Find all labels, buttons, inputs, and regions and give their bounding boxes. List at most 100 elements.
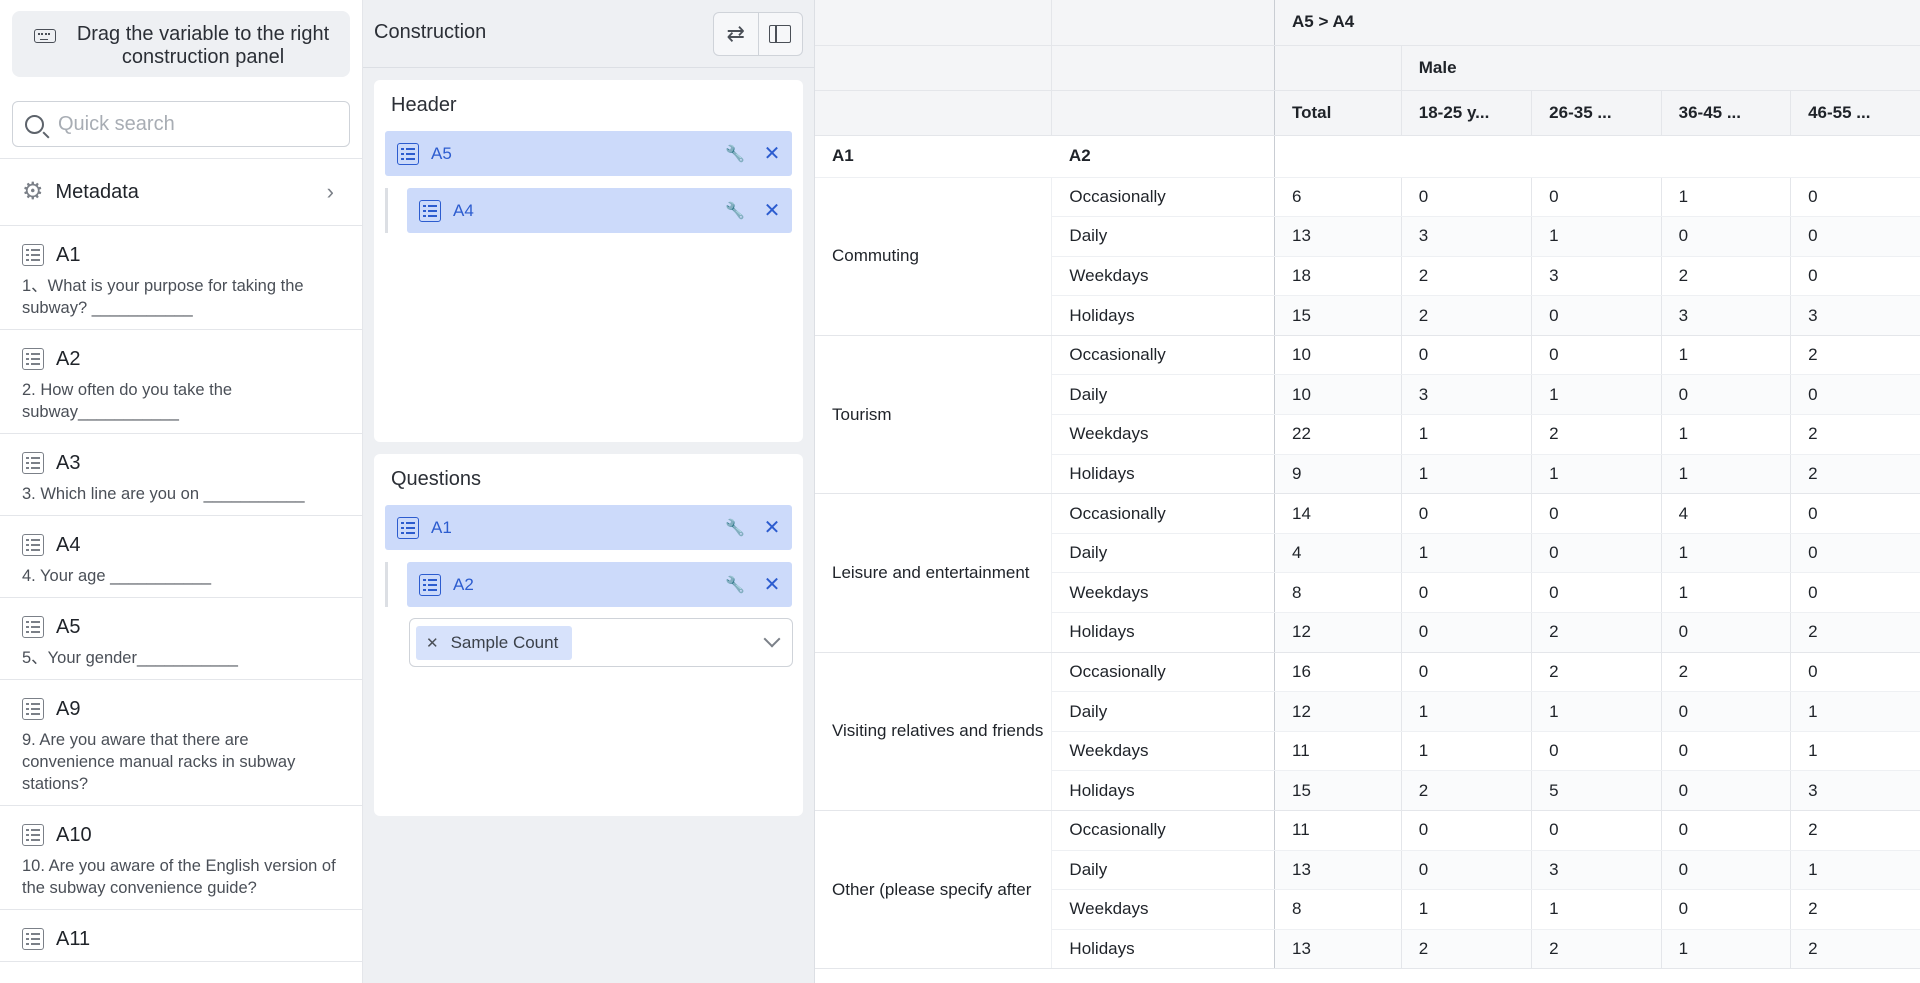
data-cell: 2 bbox=[1531, 612, 1662, 653]
data-cell: 2 bbox=[1790, 335, 1920, 376]
frequency-label: Holidays bbox=[1051, 929, 1275, 970]
data-cell: 9 bbox=[1274, 454, 1402, 495]
data-cell: 0 bbox=[1400, 572, 1532, 614]
toggle-panel-button[interactable] bbox=[757, 13, 803, 55]
data-cell: 3 bbox=[1531, 256, 1662, 297]
variable-header: A11 bbox=[22, 927, 342, 951]
crosstab-view: A5 > A4 Male Total 18-25 y... 26-35 ... 36-45… bbox=[815, 0, 1920, 983]
nest-indicator bbox=[385, 562, 388, 607]
data-cell: 0 bbox=[1531, 731, 1662, 772]
data-cell: 1 bbox=[1660, 572, 1791, 614]
search-box[interactable] bbox=[12, 101, 350, 147]
questions-card: Questions A1 🔧 ✕ A2 🔧 ✕ ✕ Sample Count bbox=[374, 454, 803, 816]
list-icon bbox=[397, 516, 419, 539]
table-row: Tourism Occasionally 10 0 0 1 2 bbox=[815, 335, 1920, 495]
drag-hint-banner: Drag the variable to the right construct… bbox=[12, 11, 350, 77]
data-cell: 1 bbox=[1400, 533, 1532, 574]
data-cell: 0 bbox=[1400, 493, 1532, 534]
construction-title: Construction bbox=[374, 21, 487, 43]
data-cell: 1 bbox=[1790, 731, 1920, 772]
question-chip-a2[interactable]: A2 🔧 ✕ bbox=[407, 562, 792, 607]
variable-list: A1 1、What is your purpose for taking the … bbox=[0, 226, 362, 962]
variable-description: 2. How often do you take the subway_____… bbox=[22, 381, 233, 421]
data-cell: 0 bbox=[1531, 572, 1662, 614]
swap-button[interactable]: ⇄ bbox=[714, 13, 758, 55]
data-cell: 0 bbox=[1531, 810, 1662, 851]
variable-item[interactable]: A9 9. Are you aware that there are conven… bbox=[0, 680, 362, 806]
corner-cell bbox=[815, 45, 1052, 91]
data-cell: 11 bbox=[1274, 810, 1402, 851]
data-cell: 0 bbox=[1790, 374, 1920, 416]
variable-item[interactable]: A4 4. Your age ___________ bbox=[0, 516, 362, 598]
data-cell: 12 bbox=[1274, 691, 1402, 732]
crosstab-table: A5 > A4 Male Total 18-25 y... 26-35 ... 36-45… bbox=[815, 0, 1920, 970]
data-cell: 0 bbox=[1400, 652, 1532, 693]
header-chip-a5[interactable]: A5 🔧 ✕ bbox=[385, 131, 792, 176]
data-cell: 0 bbox=[1660, 810, 1791, 851]
table-row: Commuting Occasionally 6 0 0 1 0 bbox=[815, 177, 1920, 336]
corner-cell bbox=[815, 0, 1052, 46]
list-icon bbox=[22, 452, 44, 474]
group-label: Commuting bbox=[815, 177, 1053, 336]
data-cell: 0 bbox=[1531, 533, 1662, 574]
wrench-icon[interactable]: 🔧 bbox=[718, 518, 752, 538]
close-icon[interactable]: ✕ bbox=[752, 515, 792, 540]
variable-header: A4 bbox=[22, 533, 342, 557]
data-cell: 2 bbox=[1790, 612, 1920, 653]
variable-item[interactable]: A1 1、What is your purpose for taking the … bbox=[0, 226, 362, 330]
row-header-a1: A1 bbox=[815, 135, 1052, 178]
gear-icon: ⚙ bbox=[22, 178, 44, 205]
data-cell: 6 bbox=[1274, 177, 1402, 218]
table-row: Visiting relatives and friends Occasional… bbox=[815, 652, 1920, 812]
frequency-label: Daily bbox=[1051, 533, 1275, 574]
column-header-total: Total bbox=[1274, 90, 1402, 136]
frequency-label: Daily bbox=[1051, 691, 1275, 732]
data-cell: 13 bbox=[1274, 216, 1402, 257]
corner-cell bbox=[815, 90, 1052, 136]
variable-item[interactable]: A3 3. Which line are you on ___________ bbox=[0, 434, 362, 516]
variable-header: A5 bbox=[22, 615, 342, 639]
data-cell: 1 bbox=[1400, 731, 1532, 772]
data-cell: 3 bbox=[1531, 850, 1662, 891]
wrench-icon[interactable]: 🔧 bbox=[718, 575, 752, 595]
wrench-icon[interactable]: 🔧 bbox=[718, 144, 752, 164]
variable-item[interactable]: A10 10. Are you aware of the English vers… bbox=[0, 806, 362, 910]
data-cell: 10 bbox=[1274, 374, 1402, 416]
variable-item[interactable]: A11 bbox=[0, 910, 362, 962]
variable-item[interactable]: A2 2. How often do you take the subway___… bbox=[0, 330, 362, 434]
variable-description: 10. Are you aware of the English version… bbox=[22, 857, 336, 897]
remove-tag-icon[interactable]: ✕ bbox=[426, 634, 439, 652]
header-card: Header A5 🔧 ✕ A4 🔧 ✕ bbox=[374, 80, 803, 442]
data-cell: 15 bbox=[1274, 770, 1402, 811]
blank-cell bbox=[1274, 45, 1402, 91]
close-icon[interactable]: ✕ bbox=[752, 141, 792, 166]
search-input[interactable] bbox=[58, 112, 328, 136]
list-icon bbox=[22, 244, 44, 266]
variable-header: A9 bbox=[22, 697, 342, 721]
data-cell: 1 bbox=[1531, 691, 1662, 732]
data-cell: 0 bbox=[1790, 256, 1920, 297]
close-icon[interactable]: ✕ bbox=[752, 198, 792, 223]
group-label: Tourism bbox=[815, 335, 1053, 495]
column-header-age: 46-55 ... bbox=[1790, 90, 1920, 136]
metadata-row[interactable]: ⚙ Metadata › bbox=[0, 158, 362, 226]
data-cell: 2 bbox=[1790, 454, 1920, 495]
data-cell: 1 bbox=[1531, 889, 1662, 930]
wrench-icon[interactable]: 🔧 bbox=[718, 201, 752, 221]
chevron-down-icon[interactable] bbox=[763, 630, 781, 648]
data-cell: 0 bbox=[1400, 810, 1532, 851]
data-cell: 15 bbox=[1274, 295, 1402, 336]
statistic-select[interactable]: ✕ Sample Count bbox=[409, 618, 793, 667]
close-icon[interactable]: ✕ bbox=[752, 572, 792, 597]
frequency-label: Weekdays bbox=[1051, 414, 1275, 455]
statistic-tag: ✕ Sample Count bbox=[416, 625, 573, 660]
frequency-label: Holidays bbox=[1051, 770, 1275, 811]
variable-item[interactable]: A5 5、Your gender___________ bbox=[0, 598, 362, 680]
question-chip-a1[interactable]: A1 🔧 ✕ bbox=[385, 505, 792, 550]
data-cell: 1 bbox=[1660, 929, 1791, 970]
header-chip-a4[interactable]: A4 🔧 ✕ bbox=[407, 188, 792, 233]
frequency-label: Weekdays bbox=[1051, 731, 1275, 772]
data-cell: 0 bbox=[1790, 572, 1920, 614]
construction-toolbar: ⇄ bbox=[713, 12, 803, 56]
data-cell: 4 bbox=[1274, 533, 1402, 574]
